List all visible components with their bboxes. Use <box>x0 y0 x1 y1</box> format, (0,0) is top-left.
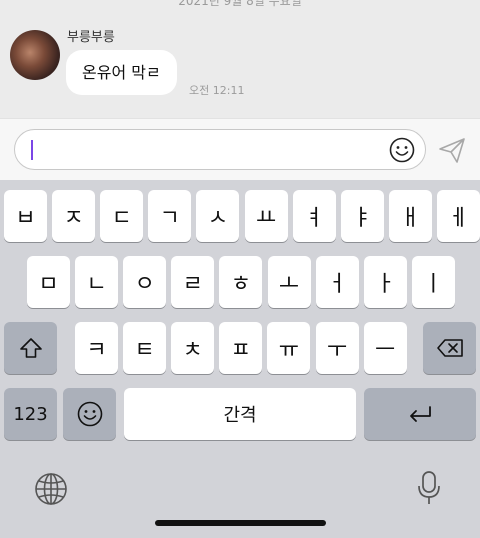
message-bubble[interactable]: 온유어 막ㄹ <box>66 50 177 95</box>
key-row1-5[interactable]: ㅅ <box>196 190 240 242</box>
key-row2-2[interactable]: ㄴ <box>75 256 119 308</box>
return-icon <box>407 405 433 423</box>
message-time: 오전 12:11 <box>189 84 245 97</box>
text-caret <box>31 140 33 160</box>
sender-name: 부릉부릉 <box>67 30 115 45</box>
key-row3-3[interactable]: ㅊ <box>171 322 215 374</box>
key-row2-7[interactable]: ㅓ <box>315 256 359 308</box>
emoji-icon[interactable] <box>389 137 415 163</box>
message-input[interactable] <box>14 129 426 170</box>
backspace-icon <box>436 338 464 358</box>
shift-icon <box>19 337 43 359</box>
space-key[interactable]: 간격 <box>124 388 356 440</box>
key-row1-1[interactable]: ㅂ <box>4 190 47 242</box>
key-row1-6[interactable]: ㅛ <box>244 190 288 242</box>
key-row2-9[interactable]: ㅣ <box>411 256 455 308</box>
key-row1-3[interactable]: ㄷ <box>100 190 144 242</box>
key-row3-4[interactable]: ㅍ <box>219 322 263 374</box>
shift-key[interactable] <box>4 322 57 374</box>
return-key[interactable] <box>364 388 476 440</box>
emoji-key[interactable] <box>63 388 116 440</box>
globe-icon[interactable] <box>34 472 68 510</box>
key-row3-5[interactable]: ㅠ <box>267 322 311 374</box>
key-row2-8[interactable]: ㅏ <box>363 256 407 308</box>
key-row1-9[interactable]: ㅐ <box>388 190 432 242</box>
chat-area: 2021년 9월 8일 수요일 부릉부릉 온유어 막ㄹ 오전 12:11 <box>0 0 480 118</box>
key-row2-6[interactable]: ㅗ <box>267 256 311 308</box>
emoji-icon <box>77 401 103 427</box>
key-row1-10[interactable]: ㅔ <box>436 190 480 242</box>
key-row3-2[interactable]: ㅌ <box>123 322 167 374</box>
key-row1-4[interactable]: ㄱ <box>148 190 192 242</box>
message-input-bar <box>0 118 480 180</box>
keyboard: ㅂㅈㄷㄱㅅㅛㅕㅑㅐㅔ ㅁㄴㅇㄹㅎㅗㅓㅏㅣ ㅋㅌㅊㅍㅠㅜㅡ 123 간격 <box>0 180 480 538</box>
backspace-key[interactable] <box>423 322 476 374</box>
microphone-icon[interactable] <box>416 470 442 510</box>
key-row3-1[interactable]: ㅋ <box>75 322 118 374</box>
key-row1-2[interactable]: ㅈ <box>52 190 96 242</box>
key-row3-6[interactable]: ㅜ <box>315 322 359 374</box>
key-row3-7[interactable]: ㅡ <box>363 322 407 374</box>
home-indicator <box>155 520 326 526</box>
numbers-key[interactable]: 123 <box>4 388 57 440</box>
key-row1-7[interactable]: ㅕ <box>292 190 336 242</box>
key-row1-8[interactable]: ㅑ <box>340 190 384 242</box>
avatar[interactable] <box>10 30 60 80</box>
key-row2-4[interactable]: ㄹ <box>171 256 215 308</box>
key-row2-3[interactable]: ㅇ <box>123 256 167 308</box>
date-divider: 2021년 9월 8일 수요일 <box>178 0 302 8</box>
key-row2-1[interactable]: ㅁ <box>27 256 70 308</box>
key-row2-5[interactable]: ㅎ <box>219 256 263 308</box>
send-icon[interactable] <box>437 135 467 165</box>
